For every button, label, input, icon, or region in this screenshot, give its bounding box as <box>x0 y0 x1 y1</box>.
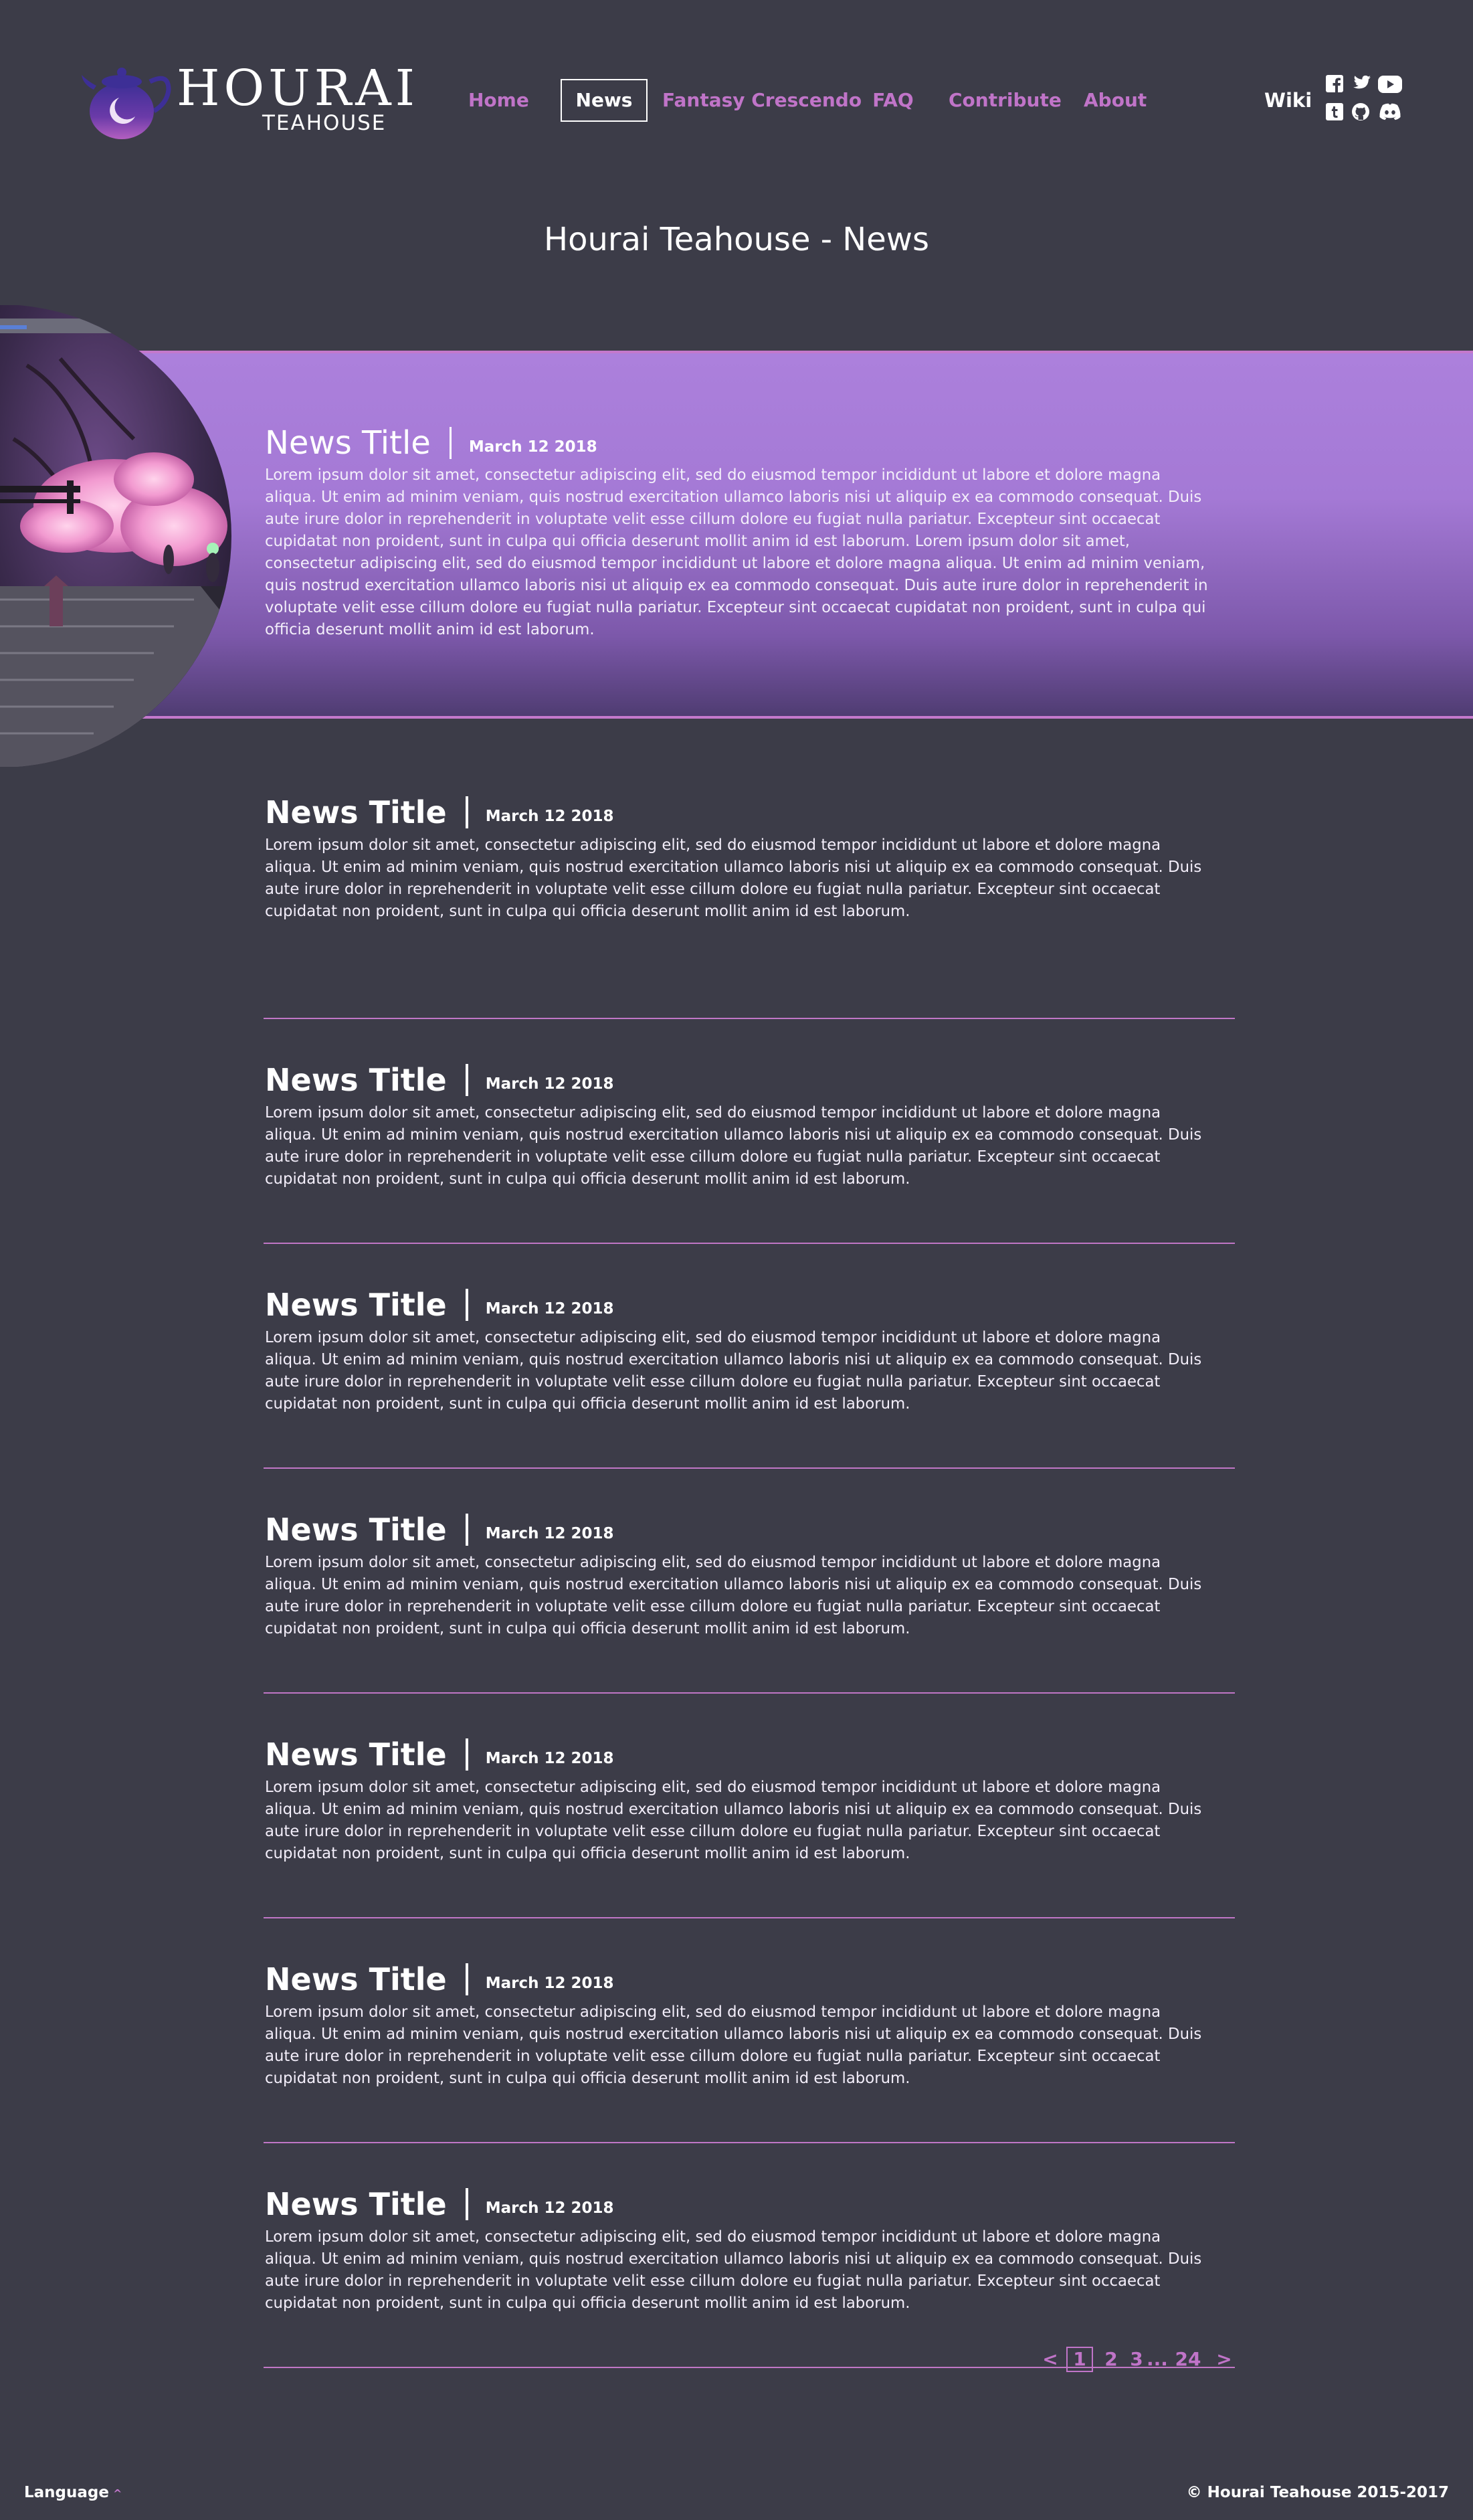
title-separator <box>465 1289 468 1321</box>
list-item[interactable]: News Title March 12 2018 Lorem ipsum dol… <box>264 1918 1235 2143</box>
title-separator <box>465 1514 468 1546</box>
article-title[interactable]: News Title <box>265 1287 447 1323</box>
article-body: Lorem ipsum dolor sit amet, consectetur … <box>265 2003 1202 2087</box>
caret-up-icon: ^ <box>112 2487 122 2500</box>
list-item[interactable]: News Title March 12 2018 Lorem ipsum dol… <box>264 1244 1235 1469</box>
article-body: Lorem ipsum dolor sit amet, consectetur … <box>265 836 1202 920</box>
article-title[interactable]: News Title <box>265 2186 447 2222</box>
article-date: March 12 2018 <box>485 1300 614 1318</box>
pagination-page-3[interactable]: 3 <box>1128 2346 1145 2373</box>
featured-article: News Title March 12 2018 Lorem ipsum dol… <box>265 424 1215 641</box>
article-date: March 12 2018 <box>485 1750 614 1767</box>
article-title[interactable]: News Title <box>265 1736 447 1773</box>
pagination-page-last[interactable]: 24 <box>1175 2346 1201 2373</box>
title-separator <box>465 1064 468 1096</box>
article-date: March 12 2018 <box>485 2199 614 2217</box>
list-item[interactable]: News Title March 12 2018 Lorem ipsum dol… <box>264 1694 1235 1918</box>
nav-news[interactable]: News <box>561 79 648 122</box>
featured-article-date: March 12 2018 <box>468 438 597 456</box>
pagination: < 1 2 3 ... 24 > <box>1036 2346 1243 2373</box>
pagination-prev[interactable]: < <box>1042 2346 1058 2373</box>
article-body: Lorem ipsum dolor sit amet, consectetur … <box>265 1329 1202 1413</box>
pagination-next[interactable]: > <box>1216 2346 1232 2373</box>
article-title[interactable]: News Title <box>265 1512 447 1548</box>
main-nav: Home News Fantasy Crescendo FAQ Contribu… <box>0 79 1473 122</box>
article-body: Lorem ipsum dolor sit amet, consectetur … <box>265 1104 1202 1188</box>
list-item[interactable]: News Title March 12 2018 Lorem ipsum dol… <box>264 794 1235 1019</box>
copyright: © Hourai Teahouse 2015-2017 <box>1186 2484 1449 2501</box>
language-selector[interactable]: Language ^ <box>24 2484 122 2501</box>
nav-faq[interactable]: FAQ <box>870 79 916 122</box>
article-title[interactable]: News Title <box>265 794 447 830</box>
article-body: Lorem ipsum dolor sit amet, consectetur … <box>265 2228 1202 2312</box>
page-title: Hourai Teahouse - News <box>543 221 930 258</box>
title-separator <box>465 2188 468 2220</box>
facebook-icon[interactable] <box>1326 75 1343 92</box>
pagination-page-current[interactable]: 1 <box>1066 2347 1093 2372</box>
tumblr-icon[interactable] <box>1326 103 1343 120</box>
twitter-icon[interactable] <box>1350 75 1371 92</box>
list-item[interactable]: News Title March 12 2018 Lorem ipsum dol… <box>264 2143 1235 2368</box>
article-date: March 12 2018 <box>485 1075 614 1093</box>
language-label: Language <box>24 2484 109 2501</box>
article-body: Lorem ipsum dolor sit amet, consectetur … <box>265 1779 1202 1862</box>
title-separator <box>465 1738 468 1771</box>
list-item[interactable]: News Title March 12 2018 Lorem ipsum dol… <box>264 1019 1235 1244</box>
wiki-link[interactable]: Wiki <box>1264 79 1312 122</box>
featured-illustration <box>0 305 231 767</box>
youtube-icon[interactable] <box>1378 76 1402 93</box>
article-date: March 12 2018 <box>485 1525 614 1542</box>
title-separator <box>465 796 468 828</box>
article-title[interactable]: News Title <box>265 1961 447 1997</box>
article-date: March 12 2018 <box>485 808 614 825</box>
news-list: News Title March 12 2018 Lorem ipsum dol… <box>264 794 1235 2368</box>
featured-article-title[interactable]: News Title <box>265 424 431 462</box>
title-separator <box>449 427 452 459</box>
article-title[interactable]: News Title <box>265 1062 447 1098</box>
pagination-ellipsis: ... <box>1147 2348 1168 2370</box>
featured-article-body: Lorem ipsum dolor sit amet, consectetur … <box>265 466 1208 638</box>
nav-contribute[interactable]: Contribute <box>949 79 1062 122</box>
pagination-page-2[interactable]: 2 <box>1102 2346 1120 2373</box>
social-links <box>1324 75 1405 124</box>
article-body: Lorem ipsum dolor sit amet, consectetur … <box>265 1554 1202 1637</box>
github-icon[interactable] <box>1351 102 1370 121</box>
article-date: March 12 2018 <box>485 1975 614 1992</box>
discord-icon[interactable] <box>1378 103 1402 120</box>
nav-fantasy-crescendo[interactable]: Fantasy Crescendo <box>662 79 862 122</box>
title-separator <box>465 1963 468 1995</box>
nav-home[interactable]: Home <box>468 79 529 122</box>
nav-about[interactable]: About <box>1084 79 1147 122</box>
list-item[interactable]: News Title March 12 2018 Lorem ipsum dol… <box>264 1469 1235 1694</box>
